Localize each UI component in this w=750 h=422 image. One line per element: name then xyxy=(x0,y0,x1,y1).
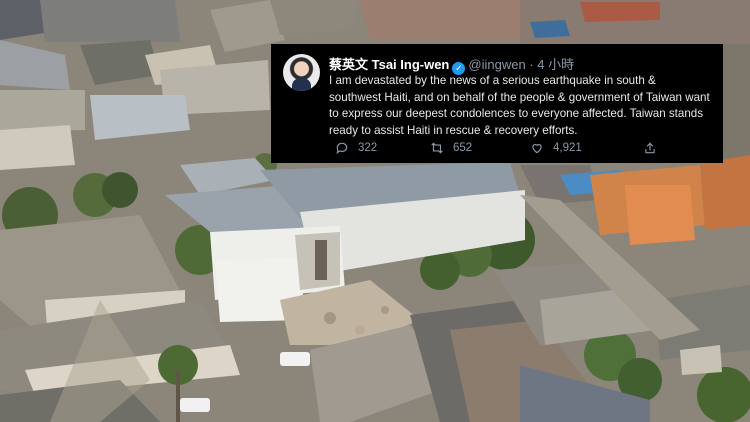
like-button[interactable]: 4,921 xyxy=(530,141,582,155)
reply-count: 322 xyxy=(358,142,378,154)
like-count: 4,921 xyxy=(553,142,582,154)
separator-dot: · xyxy=(529,57,534,72)
tweet-header: 蔡英文 Tsai Ing-wen ✓ @iingwen · 4 小時 xyxy=(329,54,574,75)
author-handle[interactable]: @iingwen xyxy=(468,57,525,72)
retweet-icon xyxy=(431,142,443,154)
timestamp[interactable]: 4 小時 xyxy=(537,57,574,72)
retweet-count: 652 xyxy=(453,142,473,154)
author-name[interactable]: 蔡英文 Tsai Ing-wen xyxy=(329,57,449,72)
like-icon xyxy=(532,144,542,154)
tweet-text: I am devastated by the news of a serious… xyxy=(329,74,710,137)
share-icon xyxy=(645,142,655,154)
avatar[interactable] xyxy=(283,54,320,91)
reply-icon xyxy=(336,142,348,155)
share-button[interactable] xyxy=(643,141,657,155)
retweet-button[interactable]: 652 xyxy=(430,141,472,155)
tweet-card[interactable]: 蔡英文 Tsai Ing-wen ✓ @iingwen · 4 小時 I am de… xyxy=(271,44,723,163)
reply-button[interactable]: 322 xyxy=(335,141,377,155)
